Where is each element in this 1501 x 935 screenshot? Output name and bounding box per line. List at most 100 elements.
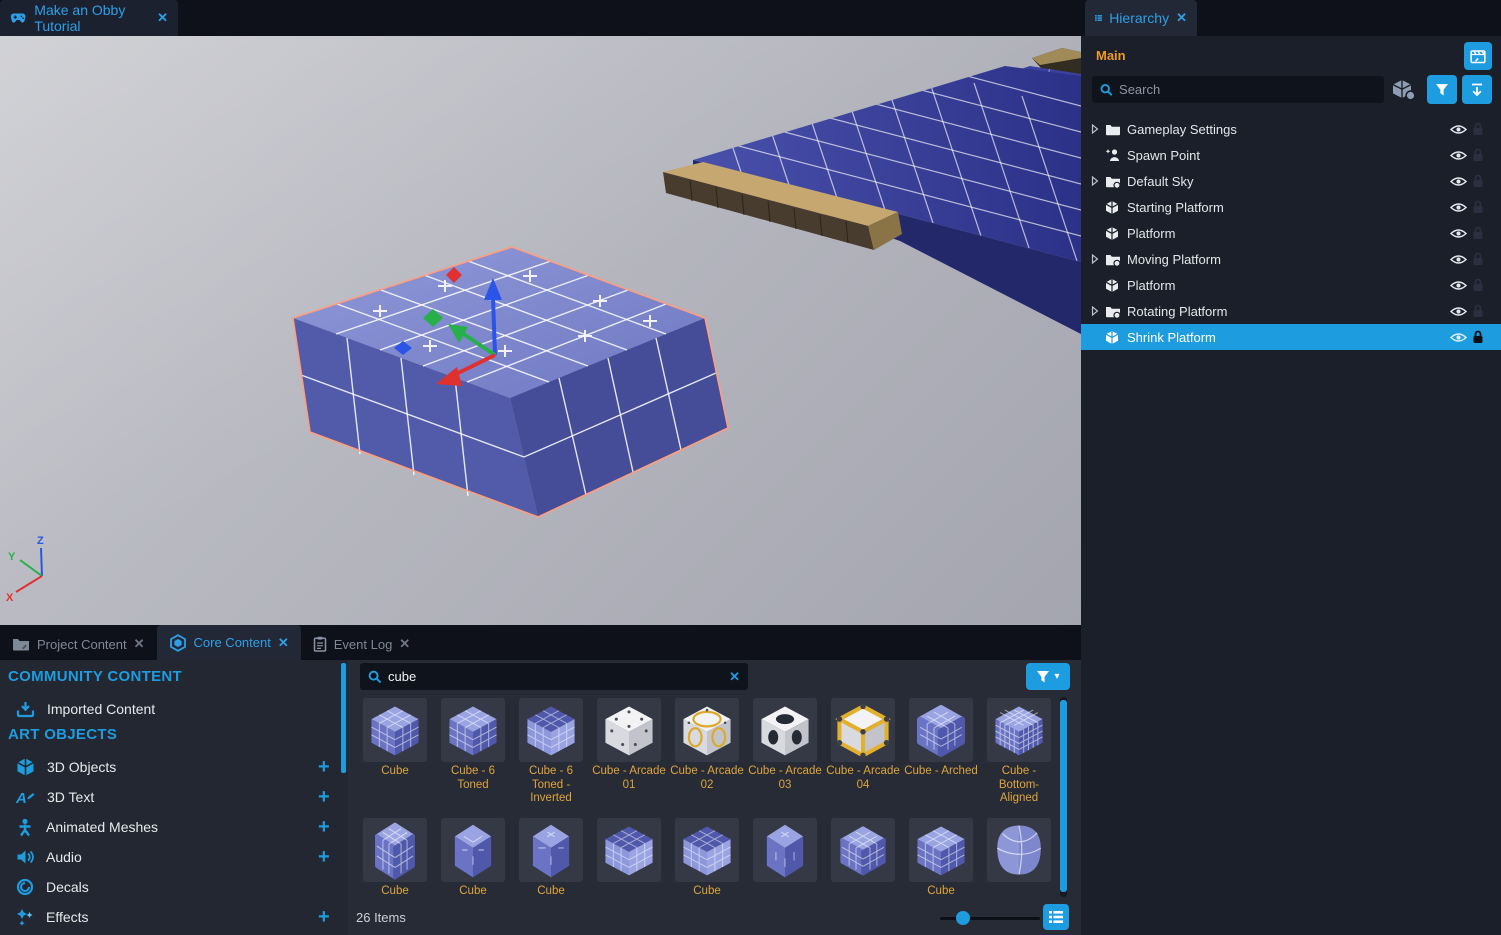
lock-icon[interactable]: [1472, 252, 1484, 266]
asset-item[interactable]: [980, 818, 1058, 885]
hierarchy-row-spawn-point[interactable]: Spawn Point: [1081, 142, 1501, 168]
open-level-button[interactable]: [1464, 42, 1492, 70]
visibility-eye-icon[interactable]: [1450, 228, 1467, 239]
asset-item[interactable]: [590, 818, 668, 885]
tab-label: Make an Obby Tutorial: [34, 2, 149, 34]
asset-item[interactable]: Cube - 6 Toned - Inverted: [512, 698, 590, 806]
viewport-3d[interactable]: Z Y X: [0, 36, 1081, 625]
visibility-eye-icon[interactable]: [1450, 254, 1467, 265]
expand-caret-icon[interactable]: [1091, 306, 1105, 316]
hierarchy-row-moving-platform[interactable]: Moving Platform: [1081, 246, 1501, 272]
sidebar-item-label: 3D Objects: [47, 759, 348, 775]
hierarchy-row-gameplay-settings[interactable]: Gameplay Settings: [1081, 116, 1501, 142]
hierarchy-search[interactable]: [1092, 76, 1384, 103]
tab-core-content[interactable]: Core Content ✕: [157, 625, 301, 660]
asset-item[interactable]: Cube - Arcade 03: [746, 698, 824, 792]
add-animated-meshes-button[interactable]: +: [318, 817, 330, 837]
sidebar-item-3d-objects[interactable]: 3D Objects +: [0, 752, 348, 782]
close-tab-icon[interactable]: ✕: [1176, 10, 1187, 26]
visibility-eye-icon[interactable]: [1450, 124, 1467, 135]
hierarchy-row-shrink-platform-selected[interactable]: Shrink Platform: [1081, 324, 1501, 350]
visibility-eye-icon[interactable]: [1450, 202, 1467, 213]
asset-filter-button[interactable]: ▾: [1026, 663, 1070, 690]
visibility-eye-icon[interactable]: [1450, 280, 1467, 291]
lock-icon[interactable]: [1472, 174, 1484, 188]
lock-icon[interactable]: [1472, 226, 1484, 240]
asset-item[interactable]: Cube - Arcade 04: [824, 698, 902, 792]
asset-scrollbar-thumb[interactable]: [1060, 700, 1067, 892]
viewport-scene: Z Y X: [0, 36, 1081, 625]
asset-search[interactable]: ✕: [360, 663, 748, 690]
filter-icon: [1036, 670, 1050, 683]
add-audio-button[interactable]: +: [318, 847, 330, 867]
sidebar-item-decals[interactable]: Decals: [0, 872, 348, 902]
hierarchy-search-input[interactable]: [1119, 82, 1376, 97]
clear-search-icon[interactable]: ✕: [729, 669, 740, 685]
row-label: Gameplay Settings: [1127, 122, 1501, 137]
asset-search-input[interactable]: [388, 669, 723, 684]
sidebar-item-audio[interactable]: Audio +: [0, 842, 348, 872]
sidebar-item-3d-text[interactable]: A 3D Text +: [0, 782, 348, 812]
asset-item[interactable]: Cube: [356, 698, 434, 779]
art-objects-header: ART OBJECTS: [8, 726, 117, 743]
thumbnail-size-slider-track[interactable]: [940, 917, 1040, 920]
asset-item[interactable]: [824, 818, 902, 885]
add-effects-button[interactable]: +: [318, 907, 330, 927]
import-icon: [16, 701, 35, 718]
lock-icon[interactable]: [1472, 304, 1484, 318]
collapse-all-button[interactable]: [1462, 75, 1492, 104]
lock-icon[interactable]: [1472, 200, 1484, 214]
viewport-tab-bar: Make an Obby Tutorial ✕: [0, 0, 1081, 36]
visibility-eye-icon[interactable]: [1450, 176, 1467, 187]
asset-item[interactable]: Cube - Bottom-Aligned: [980, 698, 1058, 806]
hierarchy-row-platform-2[interactable]: Platform: [1081, 272, 1501, 298]
tab-project-content[interactable]: Project Content ✕: [0, 628, 157, 660]
hierarchy-filter-button[interactable]: [1427, 75, 1457, 104]
asset-item[interactable]: Cube: [902, 818, 980, 899]
sidebar-item-animated-meshes[interactable]: Animated Meshes +: [0, 812, 348, 842]
thumbnail-size-slider[interactable]: [956, 911, 970, 925]
hierarchy-row-starting-platform[interactable]: Starting Platform: [1081, 194, 1501, 220]
expand-caret-icon[interactable]: [1091, 254, 1105, 264]
sidebar-scrollbar[interactable]: [341, 663, 346, 773]
asset-label: Cube: [435, 885, 511, 899]
hierarchy-row-rotating-platform[interactable]: Rotating Platform: [1081, 298, 1501, 324]
asset-item[interactable]: Cube: [668, 818, 746, 899]
add-3d-text-button[interactable]: +: [318, 787, 330, 807]
sidebar-item-imported-content[interactable]: Imported Content: [0, 694, 348, 724]
close-tab-icon[interactable]: ✕: [399, 636, 410, 652]
asset-item[interactable]: Cube - Arcade 02: [668, 698, 746, 792]
asset-item[interactable]: Cube - Arcade 01: [590, 698, 668, 792]
add-3d-objects-button[interactable]: +: [318, 757, 330, 777]
project-folder-icon: [12, 637, 30, 651]
asset-item[interactable]: Cube - Arched: [902, 698, 980, 779]
close-tab-icon[interactable]: ✕: [157, 10, 168, 26]
visibility-eye-icon[interactable]: [1450, 150, 1467, 161]
lock-icon[interactable]: [1472, 122, 1484, 136]
close-tab-icon[interactable]: ✕: [278, 635, 289, 651]
axis-y-label: Y: [8, 551, 16, 563]
asset-item[interactable]: Cube - 6 Toned: [434, 698, 512, 792]
hierarchy-row-platform[interactable]: Platform: [1081, 220, 1501, 246]
visibility-eye-icon[interactable]: [1450, 306, 1467, 317]
asset-item[interactable]: Cube: [512, 818, 590, 899]
tab-event-log[interactable]: Event Log ✕: [301, 628, 422, 660]
visibility-eye-icon[interactable]: [1450, 332, 1467, 343]
sidebar-item-effects[interactable]: Effects +: [0, 902, 348, 932]
expand-caret-icon[interactable]: [1091, 124, 1105, 134]
view-mode-button[interactable]: [1043, 904, 1069, 930]
expand-caret-icon[interactable]: [1091, 176, 1105, 186]
asset-item[interactable]: Cube: [356, 818, 434, 899]
tab-hierarchy[interactable]: Hierarchy ✕: [1085, 0, 1197, 36]
lock-icon[interactable]: [1472, 278, 1484, 292]
lock-icon[interactable]: [1472, 148, 1484, 162]
asset-item[interactable]: Cube: [434, 818, 512, 899]
tab-make-an-obby-tutorial[interactable]: Make an Obby Tutorial ✕: [0, 0, 178, 36]
asset-thumbnail: [519, 698, 583, 762]
asset-thumbnail: [753, 698, 817, 762]
hierarchy-row-default-sky[interactable]: Default Sky: [1081, 168, 1501, 194]
asset-label: Cube - Arcade 02: [669, 765, 745, 792]
asset-item[interactable]: [746, 818, 824, 885]
lock-icon[interactable]: [1472, 330, 1484, 344]
close-tab-icon[interactable]: ✕: [134, 636, 145, 652]
